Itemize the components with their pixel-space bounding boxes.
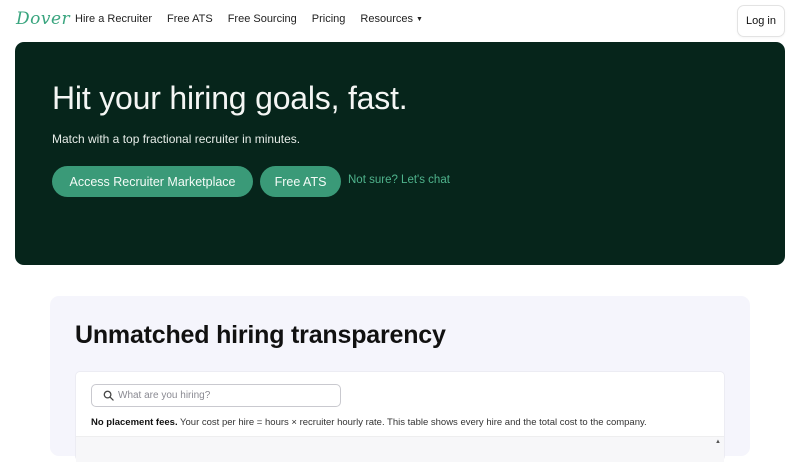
search-box[interactable] bbox=[91, 384, 341, 407]
nav-free-ats[interactable]: Free ATS bbox=[167, 13, 213, 25]
hires-table-header: ▲ bbox=[76, 436, 724, 462]
pricing-note-text: Your cost per hire = hours × recruiter h… bbox=[177, 417, 647, 428]
top-nav: Dover Hire a Recruiter Free ATS Free Sou… bbox=[0, 0, 800, 40]
chevron-down-icon: ▼ bbox=[415, 16, 423, 23]
search-input[interactable] bbox=[118, 390, 328, 401]
hero-title: Hit your hiring goals, fast. bbox=[52, 80, 408, 116]
nav-resources-label: Resources bbox=[360, 13, 413, 25]
dover-logo[interactable]: Dover bbox=[16, 9, 70, 29]
nav-pricing[interactable]: Pricing bbox=[312, 13, 346, 25]
scroll-up-arrow-icon[interactable]: ▲ bbox=[715, 439, 721, 445]
nav-links: Hire a Recruiter Free ATS Free Sourcing … bbox=[75, 13, 423, 25]
hero-banner: Hit your hiring goals, fast. Match with … bbox=[15, 42, 785, 265]
transparency-section: Unmatched hiring transparency No placeme… bbox=[50, 296, 750, 462]
nav-free-sourcing[interactable]: Free Sourcing bbox=[228, 13, 297, 25]
lets-chat-link[interactable]: Not sure? Let's chat bbox=[348, 174, 450, 186]
access-marketplace-button[interactable]: Access Recruiter Marketplace bbox=[52, 166, 253, 197]
search-icon bbox=[98, 390, 118, 401]
hires-panel: No placement fees. Your cost per hire = … bbox=[75, 371, 725, 462]
nav-resources-dropdown[interactable]: Resources ▼ bbox=[360, 13, 423, 25]
pricing-note-bold: No placement fees. bbox=[91, 417, 178, 428]
section-title: Unmatched hiring transparency bbox=[75, 321, 446, 349]
login-button[interactable]: Log in bbox=[737, 5, 785, 37]
nav-hire-recruiter[interactable]: Hire a Recruiter bbox=[75, 13, 152, 25]
free-ats-button[interactable]: Free ATS bbox=[260, 166, 341, 197]
hero-subtitle: Match with a top fractional recruiter in… bbox=[52, 132, 301, 146]
pricing-note: No placement fees. Your cost per hire = … bbox=[91, 417, 647, 428]
